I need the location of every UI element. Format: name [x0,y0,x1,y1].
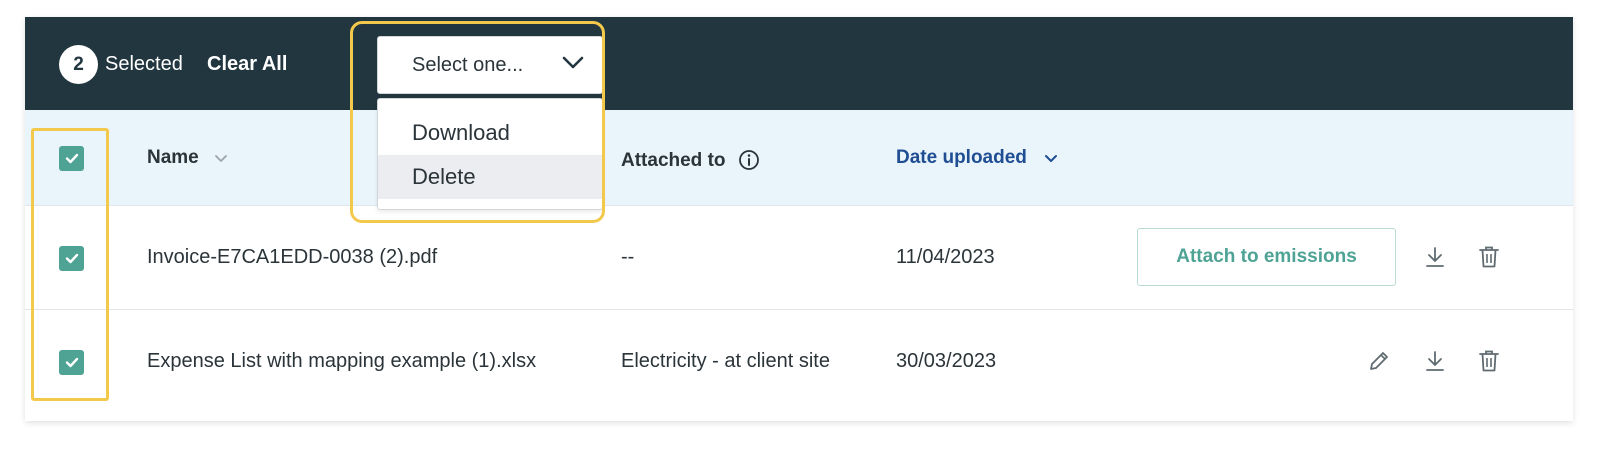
download-icon[interactable] [1422,244,1448,270]
column-header-attached-to: Attached to [621,149,760,172]
chevron-down-icon [1045,155,1058,162]
attached-to-value: Electricity - at client site [621,350,830,372]
column-header-attached-to-label: Attached to [621,150,726,171]
bulk-action-placeholder: Select one... [412,53,524,76]
table-header: Name Attached to Date uploaded [25,110,1573,206]
date-uploaded-value: 30/03/2023 [896,350,997,372]
table-row: Invoice-E7CA1EDD-0038 (2).pdf -- 11/04/2… [25,206,1573,310]
trash-icon[interactable] [1476,244,1502,270]
table-row: Expense List with mapping example (1).xl… [25,310,1573,414]
chevron-down-icon [215,155,227,162]
date-uploaded-value: 11/04/2023 [896,246,995,268]
selected-count-badge: 2 [59,45,98,84]
bulk-action-bar: 2 Selected Clear All Select one... [25,17,1573,110]
file-name: Invoice-E7CA1EDD-0038 (2).pdf [147,246,438,268]
menu-item-download[interactable]: Download [378,111,602,155]
column-header-date-uploaded-label: Date uploaded [896,147,1027,168]
selected-label: Selected [105,53,183,75]
trash-icon[interactable] [1476,348,1502,374]
row-checkbox[interactable] [59,246,84,271]
menu-item-delete[interactable]: Delete [378,155,602,199]
chevron-down-icon [562,56,584,69]
download-icon[interactable] [1422,348,1448,374]
row-checkbox[interactable] [59,350,84,375]
files-panel: 2 Selected Clear All Select one... Downl… [25,17,1573,421]
clear-all-button[interactable]: Clear All [207,53,287,76]
info-icon[interactable] [738,149,760,171]
bulk-action-select[interactable]: Select one... [377,36,603,94]
edit-icon[interactable] [1366,348,1392,374]
column-header-name[interactable]: Name [147,147,228,169]
check-icon [65,153,78,164]
check-icon [65,253,78,264]
column-header-name-label: Name [147,147,199,168]
attached-to-value: -- [621,246,635,268]
file-name: Expense List with mapping example (1).xl… [147,350,537,372]
check-icon [65,357,78,368]
bulk-action-menu: Download Delete [377,98,603,210]
column-header-date-uploaded[interactable]: Date uploaded [896,147,1058,169]
select-all-checkbox[interactable] [59,146,84,171]
attach-to-emissions-button[interactable]: Attach to emissions [1137,228,1396,286]
